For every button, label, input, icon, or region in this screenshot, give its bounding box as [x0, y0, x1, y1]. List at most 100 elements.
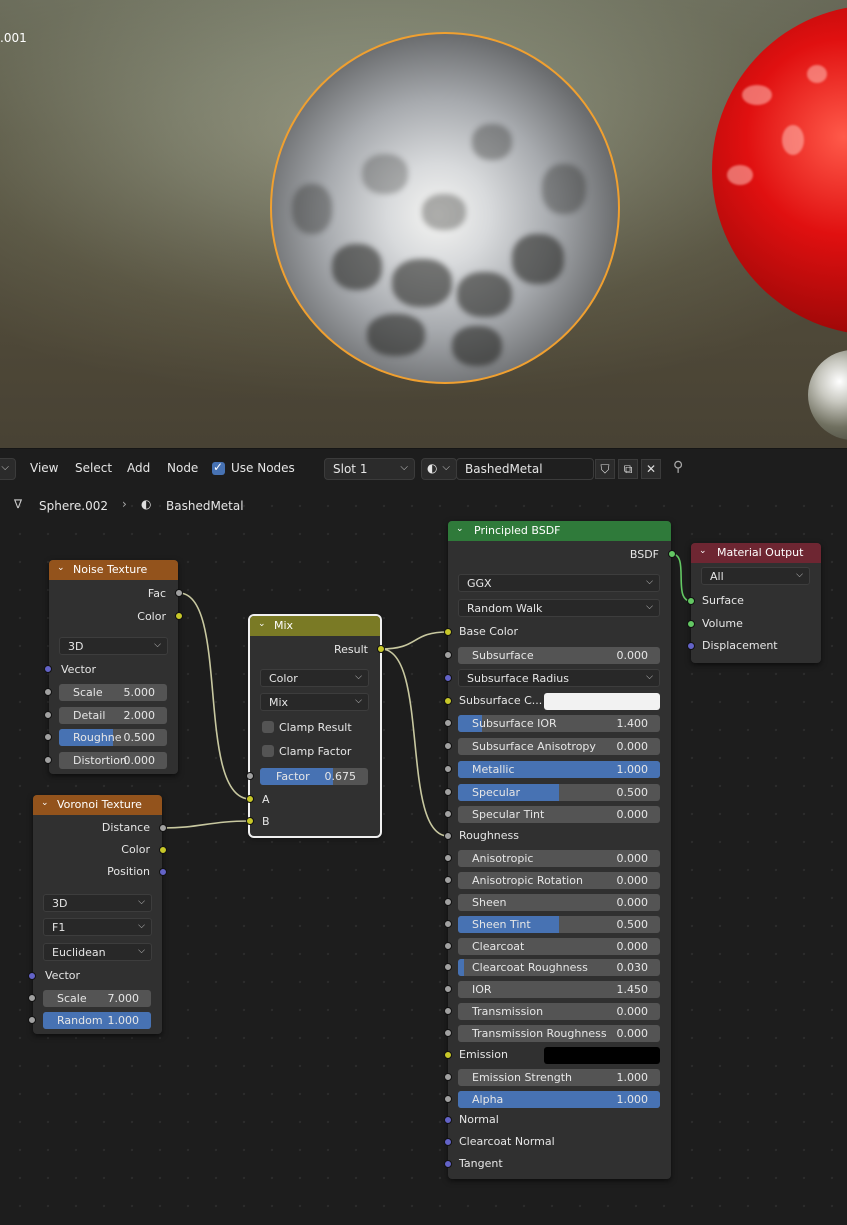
- voronoi-texture-node[interactable]: ⌄ Voronoi Texture Distance Color Positio…: [33, 795, 162, 1034]
- bsdf-base-color-input-socket[interactable]: [444, 628, 452, 636]
- noise-texture-node[interactable]: ⌄ Noise Texture Fac Color 3D ⌵ Vector Sca…: [49, 560, 178, 774]
- subsurface-color-swatch[interactable]: [544, 693, 660, 710]
- bsdf-anisotropic-input-socket[interactable]: [444, 854, 452, 862]
- bsdf-clearcoat-normal-input-socket[interactable]: [444, 1138, 452, 1146]
- collapse-arrow-icon[interactable]: ⌄: [41, 798, 49, 808]
- distance-metric-dropdown[interactable]: Euclidean ⌵: [43, 943, 152, 961]
- fake-user-shield-icon[interactable]: ⛉: [595, 459, 615, 479]
- clearcoat-roughness-field[interactable]: Clearcoat Roughness 0.030: [458, 959, 660, 976]
- mix-node[interactable]: ⌄ Mix Result Color ⌵ Mix ⌵ Clamp Result Cl…: [248, 614, 382, 838]
- bsdf-transmission-roughness-input-socket[interactable]: [444, 1029, 452, 1037]
- transmission-roughness-field[interactable]: Transmission Roughness 0.000: [458, 1025, 660, 1042]
- pin-icon[interactable]: ⚲: [673, 459, 683, 475]
- node-header[interactable]: ⌄ Material Output: [691, 543, 821, 563]
- collapse-arrow-icon[interactable]: ⌄: [456, 524, 464, 534]
- material-output-node[interactable]: ⌄ Material Output All ⌵ Surface Volume Di…: [691, 543, 821, 663]
- breadcrumb-object[interactable]: Sphere.002: [39, 499, 108, 513]
- clamp-factor-checkbox[interactable]: [262, 745, 274, 757]
- menu-select[interactable]: Select: [75, 461, 112, 475]
- bsdf-subsurface-input-socket[interactable]: [444, 651, 452, 659]
- bsdf-subsurface-ior-input-socket[interactable]: [444, 719, 452, 727]
- distribution-dropdown[interactable]: GGX ⌵: [458, 574, 660, 592]
- emission-strength-field[interactable]: Emission Strength 1.000: [458, 1069, 660, 1086]
- node-header[interactable]: ⌄ Voronoi Texture: [33, 795, 162, 815]
- use-nodes-checkbox[interactable]: [212, 460, 225, 475]
- bsdf-emission-strength-input-socket[interactable]: [444, 1073, 452, 1081]
- noise-vector-input-socket[interactable]: [44, 665, 52, 673]
- unlink-close-icon[interactable]: ✕: [641, 459, 661, 479]
- collapse-arrow-icon[interactable]: ⌄: [57, 563, 65, 573]
- selected-white-sphere[interactable]: [270, 32, 620, 384]
- mix-b-input-socket[interactable]: [246, 817, 254, 825]
- duplicate-material-icon[interactable]: ⧉: [618, 459, 638, 479]
- dimension-dropdown[interactable]: 3D ⌵: [43, 894, 152, 912]
- collapse-arrow-icon[interactable]: ⌄: [258, 619, 266, 629]
- metallic-field[interactable]: Metallic 1.000: [458, 761, 660, 778]
- 3d-viewport[interactable]: .001: [0, 0, 847, 448]
- noise-color-output-socket[interactable]: [175, 612, 183, 620]
- feature-dropdown[interactable]: F1 ⌵: [43, 918, 152, 936]
- surface-input-socket[interactable]: [687, 597, 695, 605]
- menu-add[interactable]: Add: [127, 461, 150, 475]
- bsdf-sheen-input-socket[interactable]: [444, 898, 452, 906]
- specular-tint-field[interactable]: Specular Tint 0.000: [458, 806, 660, 823]
- clamp-result-checkbox[interactable]: [262, 721, 274, 733]
- bsdf-subsurface-radius-input-socket[interactable]: [444, 674, 452, 682]
- bsdf-tangent-input-socket[interactable]: [444, 1160, 452, 1168]
- transmission-field[interactable]: Transmission 0.000: [458, 1003, 660, 1020]
- browse-material-button[interactable]: ◐ ⌵: [421, 458, 457, 480]
- mix-factor-input-socket[interactable]: [246, 772, 254, 780]
- subsurface-radius-dropdown[interactable]: Subsurface Radius ⌵: [458, 669, 660, 687]
- alpha-field[interactable]: Alpha 1.000: [458, 1091, 660, 1108]
- bsdf-sheen-tint-input-socket[interactable]: [444, 920, 452, 928]
- bsdf-output-socket[interactable]: [668, 550, 676, 558]
- target-dropdown[interactable]: All ⌵: [701, 567, 810, 585]
- node-header[interactable]: ⌄ Mix: [250, 616, 380, 636]
- factor-field[interactable]: Factor 0.675: [260, 768, 368, 785]
- editor-type-dropdown[interactable]: ⌵: [0, 458, 16, 480]
- bsdf-ior-input-socket[interactable]: [444, 985, 452, 993]
- dimension-dropdown[interactable]: 3D ⌵: [59, 637, 168, 655]
- menu-node[interactable]: Node: [167, 461, 198, 475]
- voronoi-vector-input-socket[interactable]: [28, 972, 36, 980]
- specular-field[interactable]: Specular 0.500: [458, 784, 660, 801]
- scale-field[interactable]: Scale 7.000: [43, 990, 151, 1007]
- collapse-arrow-icon[interactable]: ⌄: [699, 546, 707, 556]
- mix-a-input-socket[interactable]: [246, 795, 254, 803]
- noise-detail-input-socket[interactable]: [44, 711, 52, 719]
- mix-result-output-socket[interactable]: [377, 645, 385, 653]
- bsdf-alpha-input-socket[interactable]: [444, 1095, 452, 1103]
- voronoi-color-output-socket[interactable]: [159, 846, 167, 854]
- sheen-tint-field[interactable]: Sheen Tint 0.500: [458, 916, 660, 933]
- bsdf-subsurface-anisotropy-input-socket[interactable]: [444, 742, 452, 750]
- bsdf-specular-tint-input-socket[interactable]: [444, 810, 452, 818]
- noise-distortion-input-socket[interactable]: [44, 756, 52, 764]
- voronoi-position-output-socket[interactable]: [159, 868, 167, 876]
- principled-bsdf-node[interactable]: ⌄ Principled BSDF BSDF GGX ⌵ Random Walk ⌵…: [448, 521, 671, 1179]
- bsdf-clearcoat-roughness-input-socket[interactable]: [444, 963, 452, 971]
- bsdf-normal-input-socket[interactable]: [444, 1116, 452, 1124]
- voronoi-distance-output-socket[interactable]: [159, 824, 167, 832]
- noise-roughness-input-socket[interactable]: [44, 733, 52, 741]
- bsdf-transmission-input-socket[interactable]: [444, 1007, 452, 1015]
- emission-color-swatch[interactable]: [544, 1047, 660, 1064]
- sheen-field[interactable]: Sheen 0.000: [458, 894, 660, 911]
- volume-input-socket[interactable]: [687, 620, 695, 628]
- slot-dropdown[interactable]: Slot 1 ⌵: [324, 458, 415, 480]
- voronoi-random-input-socket[interactable]: [28, 1016, 36, 1024]
- detail-field[interactable]: Detail 2.000: [59, 707, 167, 724]
- clearcoat-field[interactable]: Clearcoat 0.000: [458, 938, 660, 955]
- roughness-field[interactable]: Roughne 0.500: [59, 729, 167, 746]
- displacement-input-socket[interactable]: [687, 642, 695, 650]
- anisotropic-rotation-field[interactable]: Anisotropic Rotation 0.000: [458, 872, 660, 889]
- scale-field[interactable]: Scale 5.000: [59, 684, 167, 701]
- noise-fac-output-socket[interactable]: [175, 589, 183, 597]
- node-header[interactable]: ⌄ Noise Texture: [49, 560, 178, 580]
- voronoi-scale-input-socket[interactable]: [28, 994, 36, 1002]
- subsurface-field[interactable]: Subsurface 0.000: [458, 647, 660, 664]
- ior-field[interactable]: IOR 1.450: [458, 981, 660, 998]
- bsdf-anisotropic-rotation-input-socket[interactable]: [444, 876, 452, 884]
- anisotropic-field[interactable]: Anisotropic 0.000: [458, 850, 660, 867]
- bsdf-metallic-input-socket[interactable]: [444, 765, 452, 773]
- menu-view[interactable]: View: [30, 461, 58, 475]
